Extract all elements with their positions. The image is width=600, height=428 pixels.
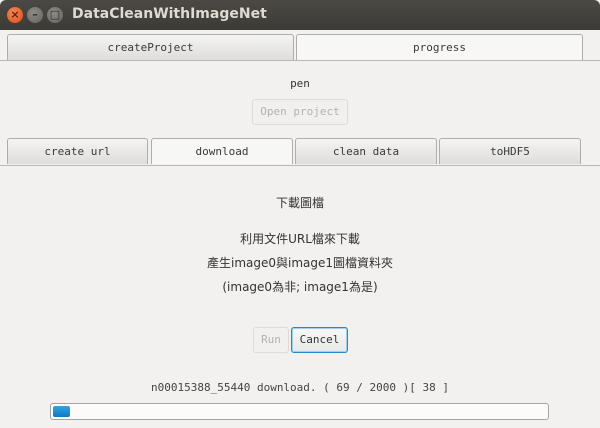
tab-download[interactable]: download [151,138,293,164]
download-description-line2: 產生image0與image1圖檔資料夾 [206,256,394,270]
tab-tohdf5[interactable]: toHDF5 [439,138,581,164]
sub-tabbar: create url download clean data toHDF5 [0,134,600,166]
tab-progress[interactable]: progress [296,34,583,60]
download-progress-bar [50,403,549,420]
tab-create-url[interactable]: create url [7,138,148,164]
window-close-button[interactable]: × [7,7,23,23]
window-minimize-button[interactable]: – [27,7,43,23]
download-description-line3: (image0為非; image1為是) [222,280,378,294]
open-project-button[interactable]: Open project [252,99,348,125]
top-tabbar: createProject progress [0,30,600,61]
tab-createproject[interactable]: createProject [7,34,294,60]
tab-clean-data[interactable]: clean data [295,138,437,164]
window-title: DataCleanWithImageNet [72,6,267,22]
run-button[interactable]: Run [253,327,289,353]
window-titlebar: × – □ DataCleanWithImageNet [0,0,600,30]
window-maximize-button[interactable]: □ [47,7,63,23]
download-description-line1: 利用文件URL檔來下載 [240,232,360,246]
download-progress-fill [53,406,70,417]
download-heading: 下載圖檔 [275,196,324,210]
cancel-button[interactable]: Cancel [291,327,348,353]
project-name: pen [290,77,310,90]
download-status: n00015388_55440 download. ( 69 / 2000 )[… [150,381,449,394]
